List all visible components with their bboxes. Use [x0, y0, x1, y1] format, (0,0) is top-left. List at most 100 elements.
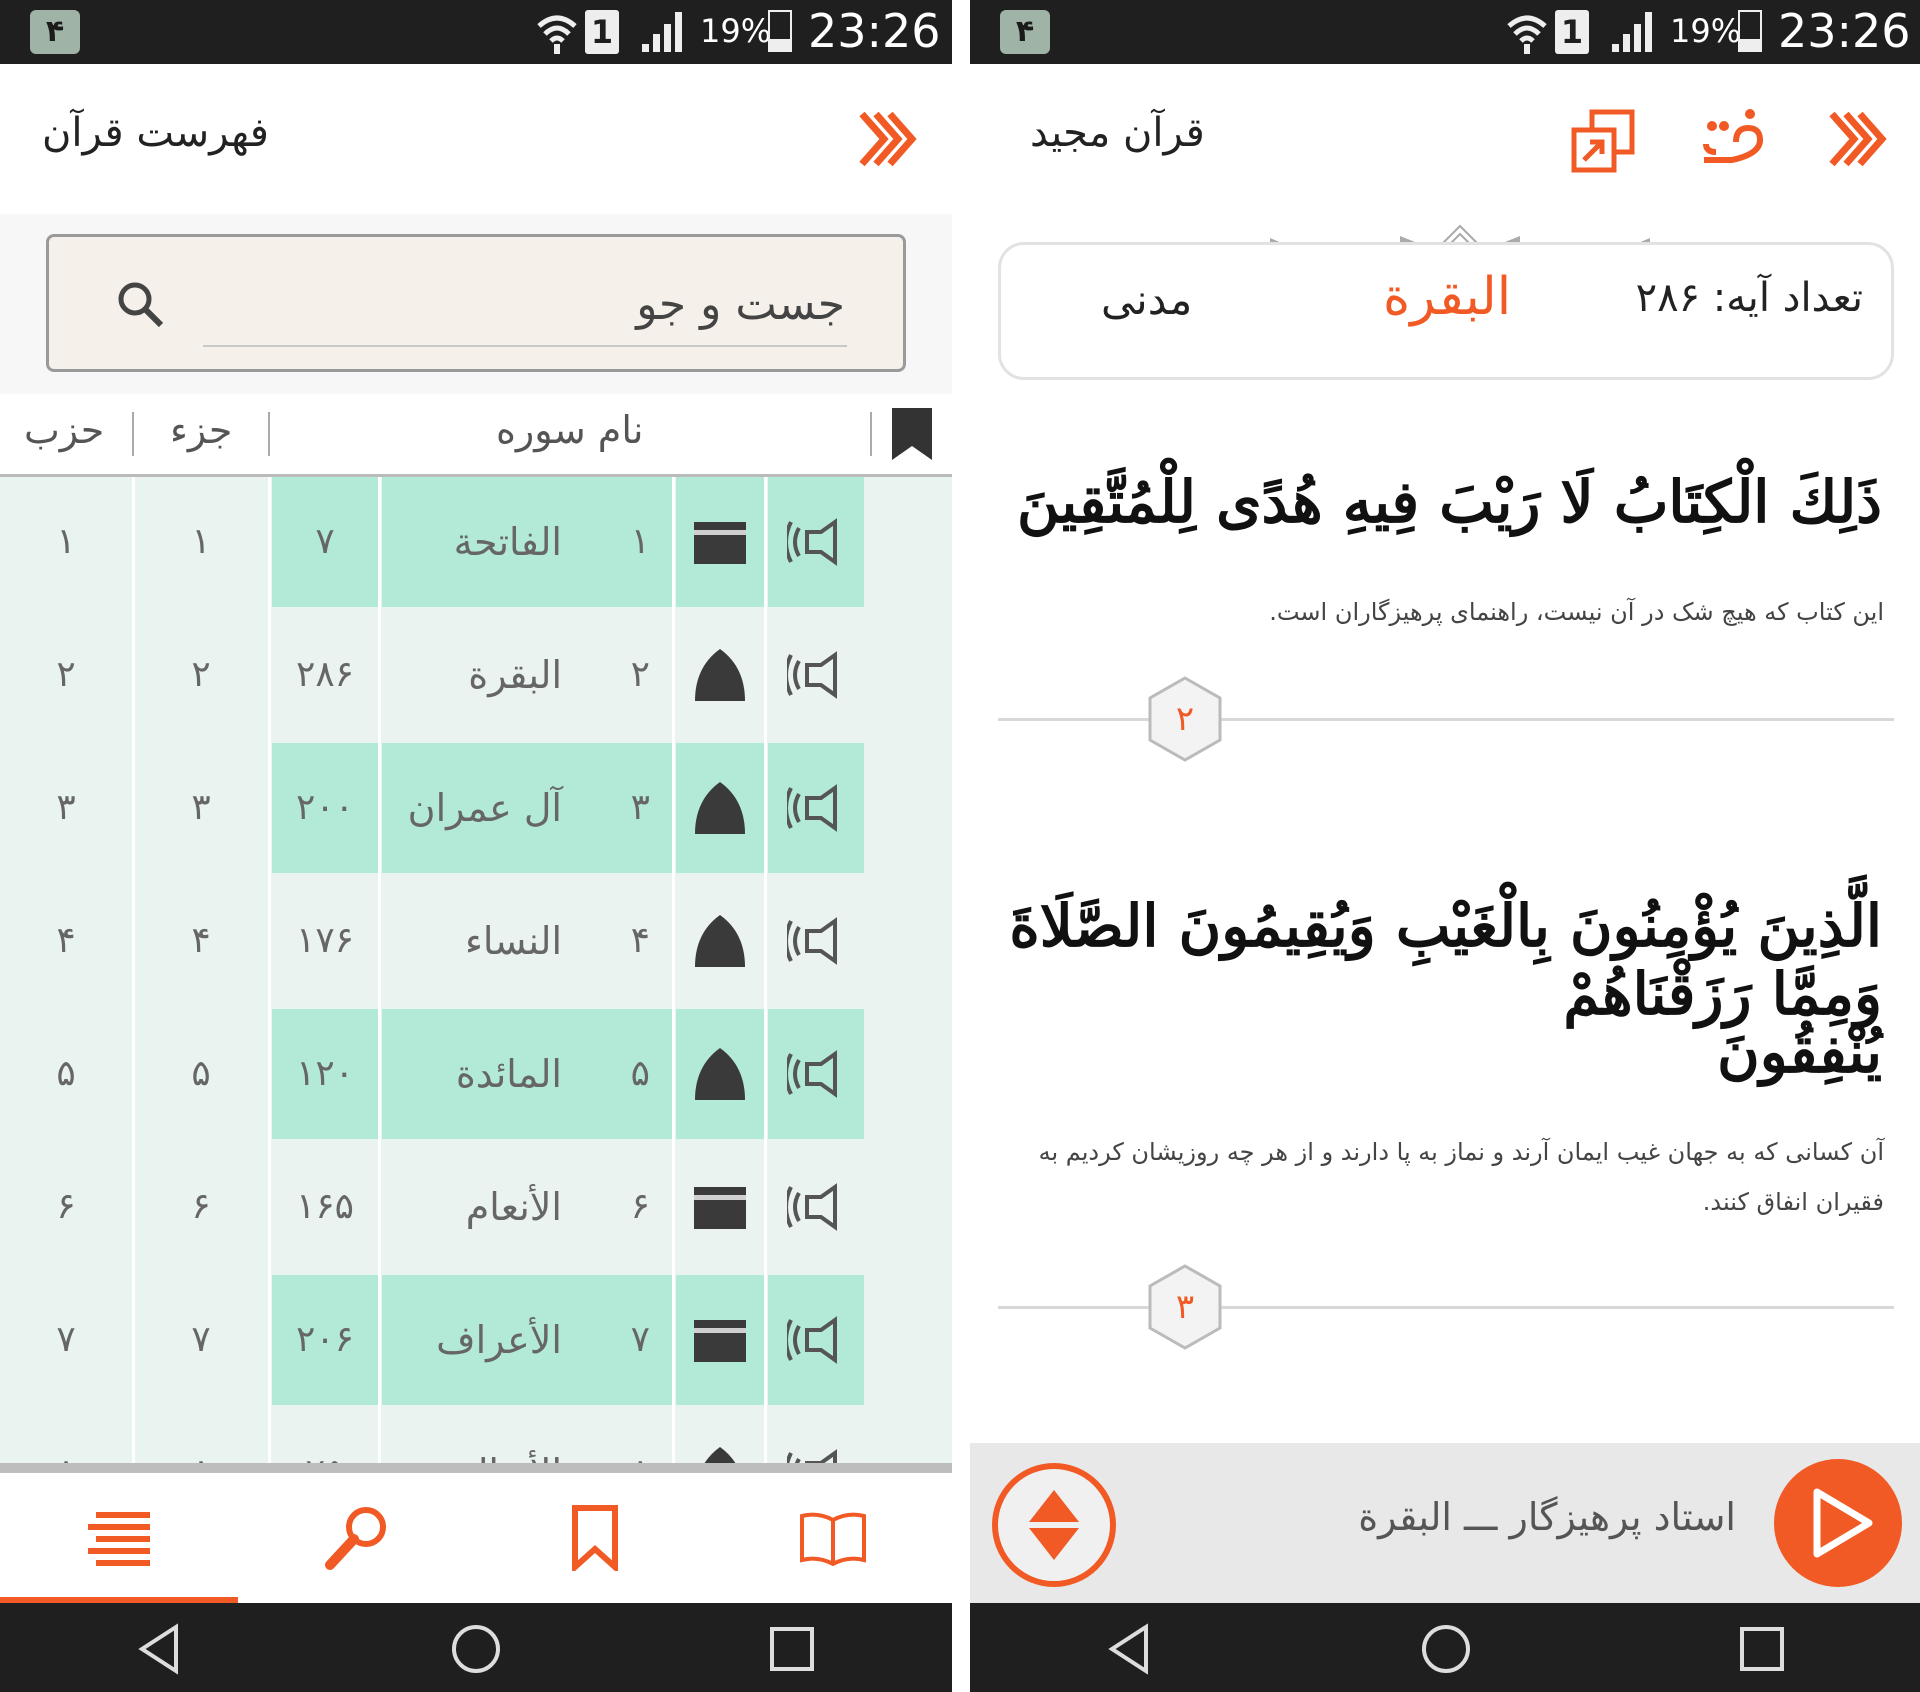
cell-hizb: ۵: [56, 1053, 76, 1094]
cell-surah[interactable]: ۱ الفاتحة: [382, 477, 672, 607]
cell-surah[interactable]: ۸ الأنفال: [382, 1408, 672, 1463]
table-row[interactable]: ۷ ۷ ۲۰۶ ۷ الأعراف: [0, 1275, 952, 1405]
surah-info-card: تعداد آیه: ۲۸۶ البقرة مدنی: [998, 242, 1894, 380]
tab-bookmarks[interactable]: [476, 1473, 714, 1603]
font-icon[interactable]: [1696, 104, 1766, 174]
home-icon[interactable]: [448, 1621, 504, 1677]
back-icon[interactable]: [132, 1621, 188, 1677]
surah-number: ۸: [631, 1408, 650, 1463]
back-icon[interactable]: [1102, 1621, 1158, 1677]
cell-ayah-count: ۱۷۶: [272, 876, 378, 1006]
column-divider: [132, 477, 135, 1463]
surah-name: الأنعام: [465, 1185, 562, 1229]
column-divider: [672, 477, 675, 1463]
expand-player-button[interactable]: [992, 1463, 1116, 1587]
cell-ayah-count: ۲۸۶: [272, 610, 378, 740]
cell-juz: ۲: [191, 654, 211, 695]
share-icon[interactable]: [1570, 108, 1636, 174]
table-row[interactable]: ۵ ۵ ۱۲۰ ۵ المائدة: [0, 1009, 952, 1139]
table-row[interactable]: ۳ ۳ ۲۰۰ ۳ آل عمران: [0, 743, 952, 873]
cell-ayah-count: ۲۰۶: [272, 1275, 378, 1405]
play-audio-button[interactable]: [768, 610, 864, 740]
chevrons-icon[interactable]: [1826, 106, 1892, 172]
kaaba-icon: [694, 1187, 746, 1229]
verse-number-badge: ۲: [1140, 674, 1230, 764]
play-button[interactable]: [1774, 1459, 1902, 1587]
tab-list[interactable]: [0, 1473, 238, 1603]
surah-table: ۱ ۱ ۷ ۱ الفاتحة ۲ ۲ ۲۸۶ ۲ البقرة ۳ ۳ ۲۰۰ ۳ آل عمران ۴ ۴ ۱…: [0, 477, 952, 1463]
tab-read[interactable]: [714, 1473, 952, 1603]
cell-surah[interactable]: ۲ البقرة: [382, 610, 672, 740]
ayah-count: تعداد آیه: ۲۸۶: [1635, 275, 1863, 321]
cell-hizb: ۸: [0, 1408, 132, 1463]
cell-ayah-count: ۲۰۰: [272, 743, 378, 873]
battery-icon: [1738, 10, 1762, 52]
cell-surah[interactable]: ۴ النساء: [382, 876, 672, 1006]
battery-percent: 19%: [700, 12, 772, 50]
header-separator: [268, 412, 270, 456]
table-row[interactable]: ۱ ۱ ۷ ۱ الفاتحة: [0, 477, 952, 607]
play-audio-button[interactable]: [768, 1275, 864, 1405]
play-audio-button[interactable]: [768, 1408, 864, 1463]
surah-name: المائدة: [455, 1052, 562, 1096]
system-nav-bar: [970, 1603, 1920, 1692]
cell-revelation-type: [676, 1142, 764, 1272]
play-audio-button[interactable]: [768, 1009, 864, 1139]
sim-indicator: 1: [585, 10, 619, 54]
tab-search[interactable]: [238, 1473, 476, 1603]
home-icon[interactable]: [1418, 1621, 1474, 1677]
verse-translation: فقیران انفاق کنند.: [1702, 1188, 1884, 1216]
cell-ayah-count: ۷۵: [272, 1408, 378, 1463]
verse-divider: [998, 1306, 1894, 1309]
surah-number: ۱: [630, 521, 650, 562]
table-row[interactable]: ۴ ۴ ۱۷۶ ۴ النساء: [0, 876, 952, 1006]
cell-surah[interactable]: ۶ الأنعام: [382, 1142, 672, 1272]
table-row[interactable]: ۶ ۶ ۱۶۵ ۶ الأنعام: [0, 1142, 952, 1272]
surah-number: ۳: [630, 787, 650, 828]
cell-ayah-count: ۷: [272, 477, 378, 607]
speaker-icon: [787, 784, 837, 832]
play-icon: [1813, 1488, 1873, 1558]
search-area: [0, 214, 952, 394]
verse-translation: آن کسانی که به جهان غیب ایمان آرند و نما…: [1038, 1138, 1884, 1166]
table-row[interactable]: ۸ ۸ ۷۵۸ الأنفال: [0, 1408, 952, 1463]
search-icon[interactable]: [115, 279, 165, 329]
recents-icon[interactable]: [1734, 1621, 1790, 1677]
cell-hizb: ۳: [56, 787, 76, 828]
cell-hizb: ۴: [56, 920, 76, 961]
system-nav-bar: [0, 1603, 952, 1692]
column-divider: [764, 477, 767, 1463]
audio-player: استاد پرهیزگار ـــ البقرة: [970, 1443, 1920, 1603]
surah-number: ۴: [630, 920, 650, 961]
cell-surah[interactable]: ۳ آل عمران: [382, 743, 672, 873]
speaker-icon: [787, 1316, 837, 1364]
status-bar: ۴ 1 19% 23:26: [0, 0, 952, 64]
status-bar: ۴ 1 19% 23:26: [970, 0, 1920, 64]
dome-icon: [695, 782, 745, 834]
cell-juz: ۶: [191, 1186, 211, 1227]
cell-hizb: ۲: [56, 654, 76, 695]
cell-surah[interactable]: ۷ الأعراف: [382, 1275, 672, 1405]
verse-arabic[interactable]: الَّذِينَ يُؤْمِنُونَ بِالْغَيْبِ وَيُقِ…: [970, 892, 1882, 1028]
cell-hizb: ۱: [56, 521, 76, 562]
clock: 23:26: [808, 4, 941, 58]
cell-surah[interactable]: ۵ المائدة: [382, 1009, 672, 1139]
cell-juz: ۵: [191, 1053, 211, 1094]
play-audio-button[interactable]: [768, 743, 864, 873]
play-audio-button[interactable]: [768, 1142, 864, 1272]
play-audio-button[interactable]: [768, 876, 864, 1006]
search-input[interactable]: [203, 263, 847, 347]
recents-icon[interactable]: [764, 1621, 820, 1677]
bookmark-icon[interactable]: [892, 408, 932, 460]
scrollbar[interactable]: [0, 1463, 952, 1473]
cell-juz: ۷: [191, 1319, 211, 1360]
surah-name: الأنفال: [461, 1408, 562, 1463]
play-audio-button[interactable]: [768, 477, 864, 607]
table-header: حزب جزء نام سوره: [0, 394, 952, 477]
chevrons-icon[interactable]: [856, 106, 922, 172]
verse-arabic[interactable]: ذَلِكَ الْكِتَابُ لَا رَيْبَ فِيهِ هُدًى…: [1017, 468, 1882, 536]
header-separator: [870, 412, 872, 456]
battery-percent: 19%: [1670, 12, 1742, 50]
verse-arabic[interactable]: يُنْفِقُونَ: [1717, 1018, 1882, 1086]
table-row[interactable]: ۲ ۲ ۲۸۶ ۲ البقرة: [0, 610, 952, 740]
